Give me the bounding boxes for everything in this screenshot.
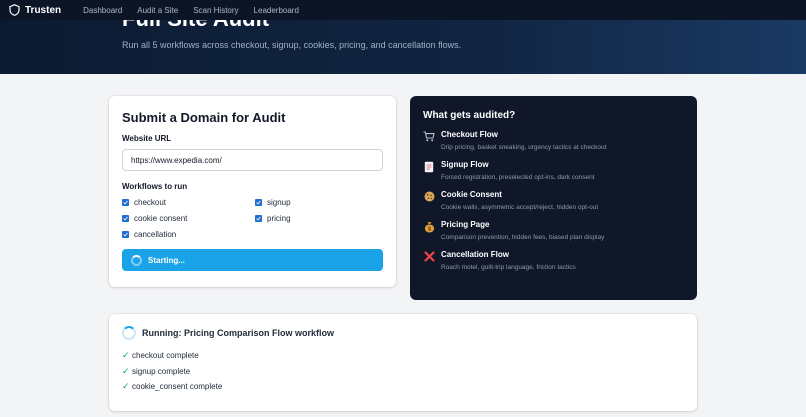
audit-item-pricing: $ Pricing Page Comparison prevention, hi… bbox=[423, 220, 684, 241]
audit-item-desc: Forced registration, preselected opt-ins… bbox=[441, 174, 595, 181]
audited-title: What gets audited? bbox=[423, 110, 516, 121]
loading-spinner-icon bbox=[131, 254, 142, 266]
list-item: ✓ signup complete bbox=[122, 366, 684, 377]
what-gets-audited-card: What gets audited? Checkout Flow Drip pr… bbox=[410, 96, 697, 300]
nav-link-audit-a-site[interactable]: Audit a Site bbox=[137, 6, 178, 15]
checkbox-checked-icon[interactable] bbox=[122, 199, 129, 206]
audit-item-name: Cancellation Flow bbox=[441, 250, 510, 259]
checkbox-checked-icon[interactable] bbox=[255, 215, 262, 222]
brand-name: Trusten bbox=[25, 4, 62, 16]
audit-item-name: Signup Flow bbox=[441, 160, 489, 169]
svg-text:$: $ bbox=[427, 227, 430, 233]
website-url-input[interactable] bbox=[122, 149, 383, 171]
step-label: signup complete bbox=[132, 366, 191, 376]
list-item: ✓ cookie_consent complete bbox=[122, 381, 684, 392]
audit-item-desc: Comparison prevention, hidden fees, bias… bbox=[441, 234, 605, 241]
audit-item-desc: Roach motel, guilt-trip language, fricti… bbox=[441, 264, 576, 271]
status-header: Running: Pricing Comparison Flow workflo… bbox=[122, 326, 684, 340]
document-icon bbox=[423, 161, 435, 173]
cookie-icon bbox=[423, 191, 435, 203]
workflow-checkout[interactable]: checkout bbox=[122, 197, 255, 208]
submit-button-label: Starting... bbox=[148, 255, 185, 265]
submit-audit-button[interactable]: Starting... bbox=[122, 249, 383, 271]
workflow-status-card: Running: Pricing Comparison Flow workflo… bbox=[109, 314, 697, 411]
workflow-label: cookie consent bbox=[134, 214, 188, 223]
checkmark-icon: ✓ bbox=[122, 381, 130, 391]
submit-domain-card: Submit a Domain for Audit Website URL Wo… bbox=[109, 96, 396, 287]
nav-link-dashboard[interactable]: Dashboard bbox=[83, 6, 122, 15]
hero-banner: Full Site Audit Run all 5 workflows acro… bbox=[0, 20, 806, 74]
shopping-cart-icon bbox=[423, 131, 435, 143]
top-nav: Trusten Dashboard Audit a Site Scan Hist… bbox=[0, 0, 806, 20]
step-label: checkout complete bbox=[132, 351, 199, 360]
checkmark-icon: ✓ bbox=[122, 350, 130, 360]
workflow-pricing[interactable]: pricing bbox=[255, 213, 375, 224]
checkbox-checked-icon[interactable] bbox=[255, 199, 262, 206]
audit-item-checkout: Checkout Flow Drip pricing, basket sneak… bbox=[423, 130, 684, 151]
brand[interactable]: Trusten bbox=[9, 4, 61, 16]
audit-item-name: Checkout Flow bbox=[441, 130, 498, 139]
audit-item-cancellation: Cancellation Flow Roach motel, guilt-tri… bbox=[423, 250, 684, 271]
status-title: Running: Pricing Comparison Flow workflo… bbox=[142, 328, 334, 338]
workflow-signup[interactable]: signup bbox=[255, 197, 375, 208]
checkbox-checked-icon[interactable] bbox=[122, 231, 129, 238]
audit-item-signup: Signup Flow Forced registration, presele… bbox=[423, 160, 684, 181]
loading-spinner-icon bbox=[122, 326, 136, 340]
page-title: Full Site Audit bbox=[122, 20, 269, 32]
audit-item-cookie-consent: Cookie Consent Cookie walls, asymmetric … bbox=[423, 190, 684, 211]
workflow-label: pricing bbox=[267, 214, 291, 223]
workflow-cookie-consent[interactable]: cookie consent bbox=[122, 213, 255, 224]
money-bag-icon: $ bbox=[423, 221, 435, 233]
audit-item-name: Pricing Page bbox=[441, 220, 490, 229]
page-subtitle: Run all 5 workflows across checkout, sig… bbox=[122, 40, 462, 50]
workflow-label: signup bbox=[267, 198, 291, 207]
workflow-label: checkout bbox=[134, 198, 167, 207]
step-label: cookie_consent complete bbox=[132, 382, 223, 391]
completed-steps-list: ✓ checkout complete ✓ signup complete ✓ … bbox=[122, 350, 684, 392]
audit-item-name: Cookie Consent bbox=[441, 190, 502, 199]
checkbox-checked-icon[interactable] bbox=[122, 215, 129, 222]
checkmark-icon: ✓ bbox=[122, 365, 130, 376]
audit-item-desc: Drip pricing, basket sneaking, urgency t… bbox=[441, 144, 607, 151]
workflow-label: cancellation bbox=[134, 230, 177, 239]
shield-icon bbox=[9, 4, 20, 16]
url-label: Website URL bbox=[122, 134, 172, 143]
workflow-cancellation[interactable]: cancellation bbox=[122, 229, 255, 240]
list-item: ✓ checkout complete bbox=[122, 350, 684, 361]
nav-link-scan-history[interactable]: Scan History bbox=[193, 6, 238, 15]
cross-mark-icon bbox=[423, 251, 435, 263]
nav-link-leaderboard[interactable]: Leaderboard bbox=[254, 6, 299, 15]
workflow-checkboxes: checkout signup cookie consent pricing c… bbox=[122, 197, 383, 240]
form-title: Submit a Domain for Audit bbox=[122, 110, 286, 125]
audit-item-desc: Cookie walls, asymmetric accept/reject, … bbox=[441, 204, 599, 211]
workflows-label: Workflows to run bbox=[122, 182, 188, 191]
